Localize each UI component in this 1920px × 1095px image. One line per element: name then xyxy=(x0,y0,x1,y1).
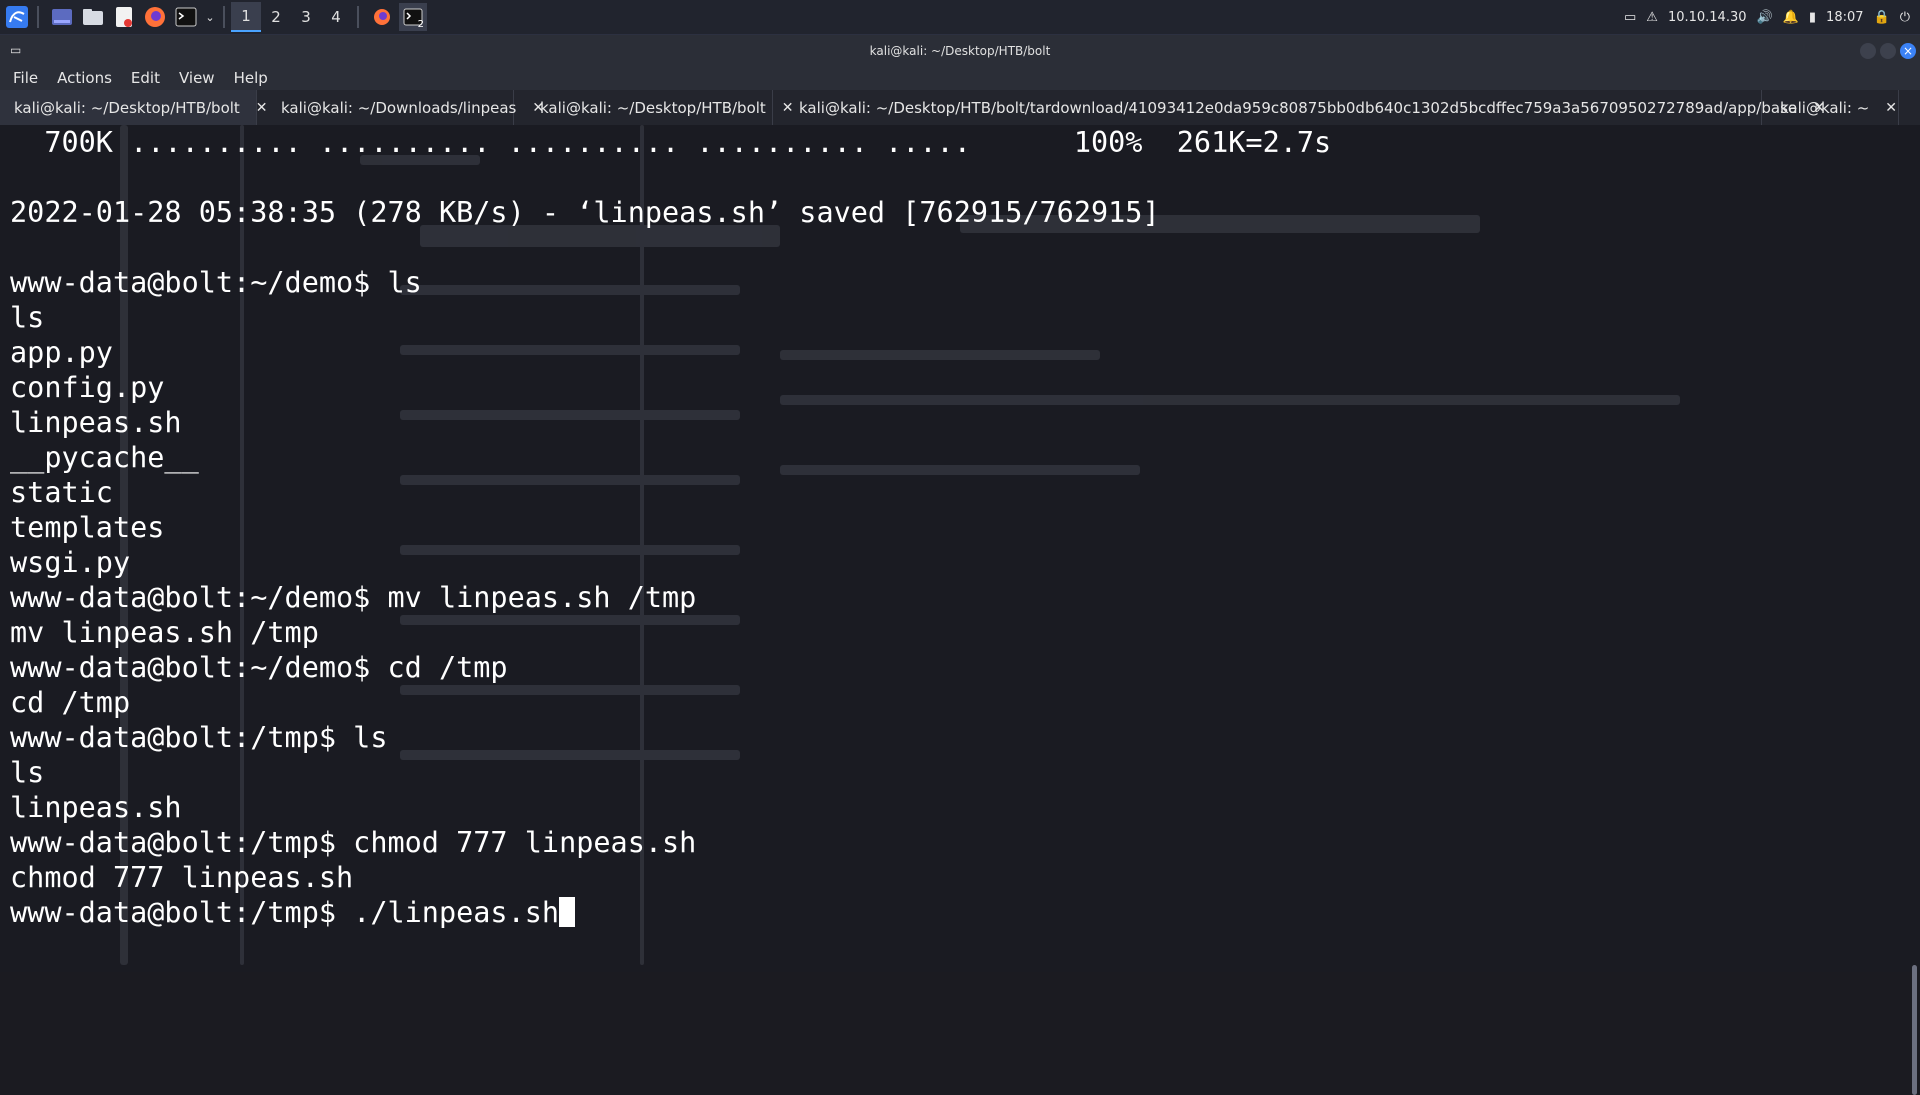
panel-separator xyxy=(223,6,225,28)
vpn-icon[interactable]: ⚠ xyxy=(1646,10,1658,25)
terminal-tab[interactable]: kali@kali: ~ ✕ xyxy=(1762,90,1899,125)
terminal-tab-bar: kali@kali: ~/Desktop/HTB/bolt ✕ kali@kal… xyxy=(0,90,1920,125)
show-desktop-icon[interactable] xyxy=(48,3,76,31)
terminal-line: static xyxy=(10,476,113,509)
scrollbar-thumb[interactable] xyxy=(1912,965,1917,1095)
terminal-text: 700K .......... .......... .......... ..… xyxy=(10,125,1331,930)
terminal-scrollbar[interactable] xyxy=(1908,125,1920,1095)
kali-menu-icon[interactable] xyxy=(3,3,31,31)
tab-label: kali@kali: ~/Downloads/linpeas xyxy=(281,98,517,117)
lock-icon[interactable]: 🔒 xyxy=(1874,10,1890,25)
maximize-button[interactable] xyxy=(1880,43,1896,59)
terminal-count-badge: 2 xyxy=(417,19,424,30)
terminal-line: linpeas.sh xyxy=(10,406,182,439)
close-button[interactable]: × xyxy=(1900,43,1916,59)
terminal-line: templates xyxy=(10,511,165,544)
taskbar-terminal-icon[interactable]: 2 xyxy=(399,3,427,31)
minimize-button[interactable] xyxy=(1860,43,1876,59)
terminal-launcher-icon[interactable] xyxy=(172,3,200,31)
workspace-1-button[interactable]: 1 xyxy=(231,2,261,32)
tab-label: kali@kali: ~ xyxy=(1780,98,1870,117)
tab-label: kali@kali: ~/Desktop/HTB/bolt xyxy=(14,98,240,117)
terminal-line: www-data@bolt:~/demo$ ls xyxy=(10,266,422,299)
menu-file[interactable]: File xyxy=(0,69,44,87)
terminal-line: www-data@bolt:/tmp$ ls xyxy=(10,721,388,754)
menu-bar: File Actions Edit View Help xyxy=(0,66,1920,90)
notifications-icon[interactable]: 🔔 xyxy=(1783,10,1799,25)
text-editor-icon[interactable] xyxy=(110,3,138,31)
display-icon[interactable]: ▭ xyxy=(1624,10,1636,25)
panel-separator xyxy=(37,6,39,28)
terminal-tab[interactable]: kali@kali: ~/Downloads/linpeas ✕ xyxy=(257,90,544,125)
terminal-line: ls xyxy=(10,756,45,789)
terminal-line: wsgi.py xyxy=(10,546,131,579)
close-tab-icon[interactable]: ✕ xyxy=(1885,100,1897,116)
power-icon[interactable]: ⏻ xyxy=(1900,10,1910,25)
terminal-line: __pycache__ xyxy=(10,441,199,474)
window-title: kali@kali: ~/Desktop/HTB/bolt xyxy=(869,44,1051,58)
terminal-line: 700K .......... .......... .......... ..… xyxy=(10,126,1332,159)
terminal-line: mv linpeas.sh /tmp xyxy=(10,616,319,649)
taskbar-firefox-icon[interactable] xyxy=(368,3,396,31)
chevron-down-icon[interactable]: ⌄ xyxy=(203,3,217,31)
terminal-output[interactable]: 700K .......... .......... .......... ..… xyxy=(0,125,1908,972)
ip-address: 10.10.14.30 xyxy=(1667,9,1747,25)
firefox-icon[interactable] xyxy=(141,3,169,31)
terminal-line: app.py xyxy=(10,336,113,369)
terminal-tab[interactable]: kali@kali: ~/Desktop/HTB/bolt/tardownloa… xyxy=(773,90,1825,125)
window-title-bar[interactable]: ▭ kali@kali: ~/Desktop/HTB/bolt × xyxy=(0,35,1920,66)
volume-icon[interactable]: 🔊 xyxy=(1757,10,1773,25)
menu-edit[interactable]: Edit xyxy=(118,69,166,87)
terminal-tab[interactable]: kali@kali: ~/Desktop/HTB/bolt ✕ xyxy=(514,90,794,125)
workspace-3-button[interactable]: 3 xyxy=(291,3,321,31)
menu-view[interactable]: View xyxy=(166,69,221,87)
terminal-line: ls xyxy=(10,301,45,334)
panel-separator xyxy=(357,6,359,28)
tab-label: kali@kali: ~/Desktop/HTB/bolt xyxy=(540,98,766,117)
terminal-line: config.py xyxy=(10,371,165,404)
terminal-prompt-line[interactable]: www-data@bolt:/tmp$ ./linpeas.sh xyxy=(10,895,1331,930)
terminal-line: www-data@bolt:/tmp$ chmod 777 linpeas.sh xyxy=(10,826,697,859)
top-panel: ⌄ 1 2 3 4 2 ▭ ⚠ 10.10.14.30 🔊 🔔 ▮ 18:07 … xyxy=(0,0,1920,35)
workspace-4-button[interactable]: 4 xyxy=(321,3,351,31)
menu-help[interactable]: Help xyxy=(221,69,274,87)
terminal-command-input[interactable]: www-data@bolt:/tmp$ ./linpeas.sh xyxy=(10,896,559,929)
terminal-line: www-data@bolt:~/demo$ mv linpeas.sh /tmp xyxy=(10,581,697,614)
battery-icon[interactable]: ▮ xyxy=(1809,10,1816,25)
terminal-cursor xyxy=(559,897,576,927)
terminal-tab[interactable]: kali@kali: ~/Desktop/HTB/bolt ✕ xyxy=(0,90,268,125)
terminal-line: chmod 777 linpeas.sh xyxy=(10,861,354,894)
terminal-line: linpeas.sh xyxy=(10,791,182,824)
system-tray: ▭ ⚠ 10.10.14.30 🔊 🔔 ▮ 18:07 🔒 ⏻ xyxy=(1624,0,1920,34)
terminal-line: cd /tmp xyxy=(10,686,131,719)
terminal-line: 2022-01-28 05:38:35 (278 KB/s) - ‘linpea… xyxy=(10,196,1160,229)
tab-label: kali@kali: ~/Desktop/HTB/bolt/tardownloa… xyxy=(799,98,1798,117)
file-manager-icon[interactable] xyxy=(79,3,107,31)
workspace-2-button[interactable]: 2 xyxy=(261,3,291,31)
menu-actions[interactable]: Actions xyxy=(44,69,118,87)
terminal-line: www-data@bolt:~/demo$ cd /tmp xyxy=(10,651,508,684)
clock[interactable]: 18:07 xyxy=(1826,10,1863,25)
